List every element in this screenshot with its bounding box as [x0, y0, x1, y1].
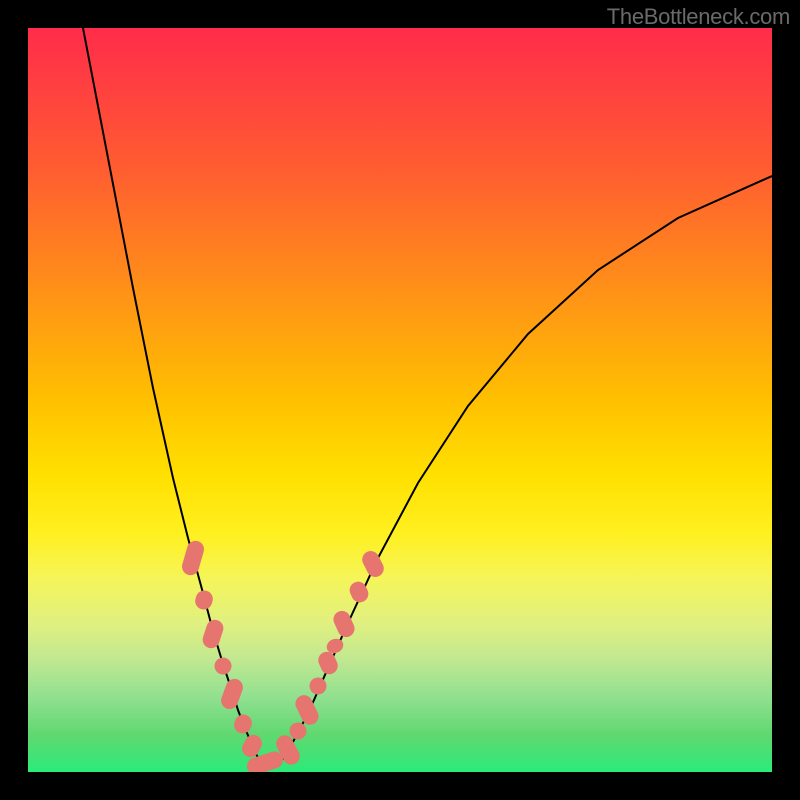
curve-group — [83, 28, 772, 766]
curve-marker — [316, 650, 340, 677]
curve-layer — [28, 28, 772, 772]
curve-marker — [181, 539, 206, 576]
curve-marker — [245, 750, 284, 772]
curve-marker — [360, 549, 386, 579]
curve-marker — [331, 609, 356, 639]
curve-marker — [307, 675, 328, 696]
curve-marker — [325, 637, 345, 655]
curve-marker — [274, 733, 302, 767]
plot-area — [28, 28, 772, 772]
curve-marker — [287, 720, 309, 742]
curve-marker — [213, 656, 233, 676]
curve-marker — [219, 677, 244, 711]
right-branch-curve — [278, 176, 772, 766]
watermark-text: TheBottleneck.com — [607, 4, 790, 30]
curve-marker — [348, 580, 371, 605]
curve-marker — [232, 713, 254, 736]
curve-marker — [240, 733, 264, 760]
curve-marker — [293, 693, 321, 727]
curve-marker — [194, 589, 215, 611]
marker-group — [181, 539, 386, 772]
left-branch-curve — [83, 28, 263, 766]
curve-marker — [201, 618, 225, 650]
chart-container: TheBottleneck.com — [0, 0, 800, 800]
